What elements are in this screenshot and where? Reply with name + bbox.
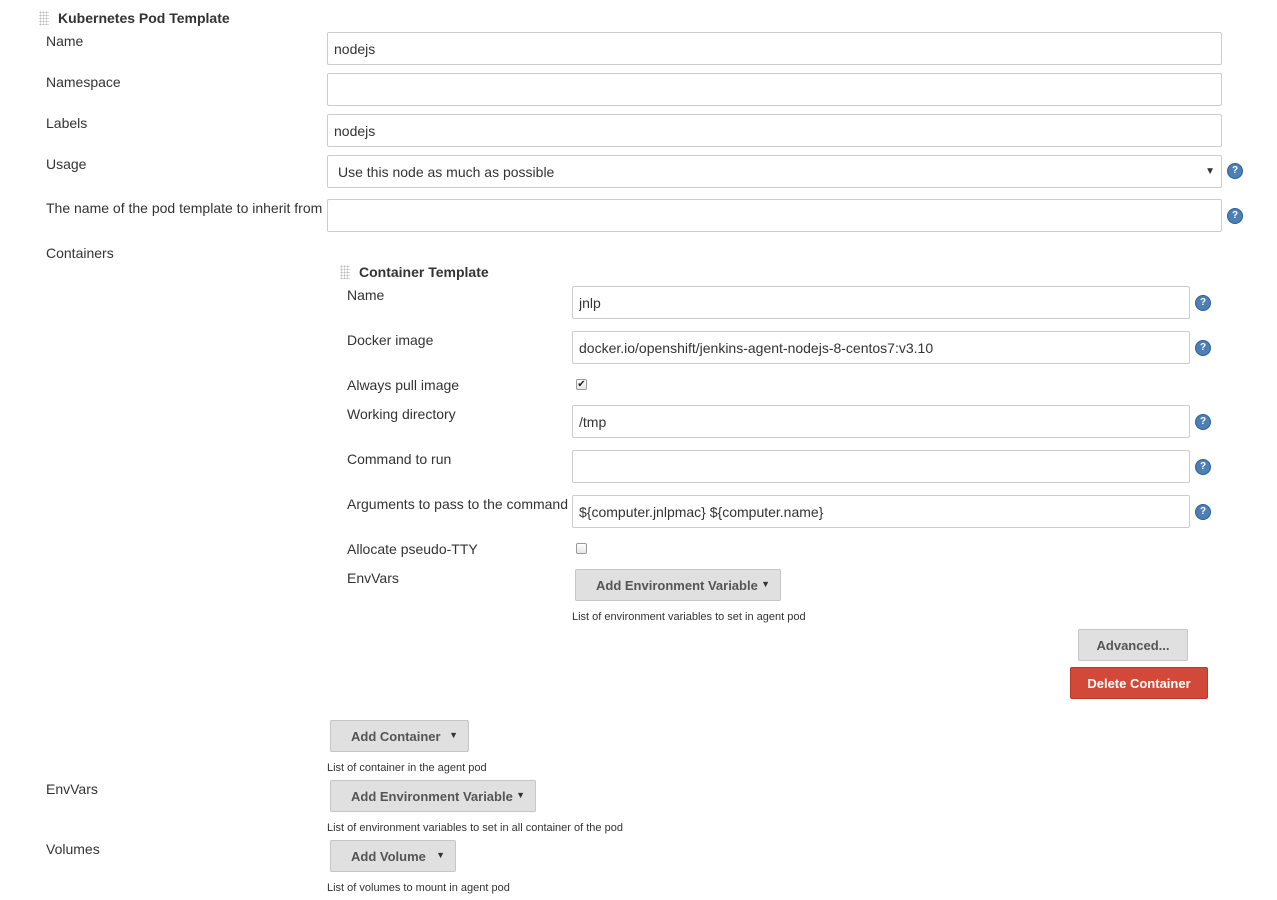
help-question-icon[interactable]: ? bbox=[1227, 208, 1243, 224]
help-question-icon[interactable]: ? bbox=[1195, 295, 1211, 311]
namespace-label: Namespace bbox=[46, 74, 121, 90]
container-add-env-var-label: Add Environment Variable bbox=[596, 577, 758, 593]
container-name-label: Name bbox=[347, 287, 385, 303]
container-template-title: Container Template bbox=[359, 264, 489, 280]
add-container-label: Add Container bbox=[351, 728, 441, 744]
drag-handle-icon[interactable] bbox=[340, 265, 350, 279]
containers-label: Containers bbox=[46, 245, 114, 261]
inherit-from-input[interactable] bbox=[327, 199, 1222, 232]
volumes-label: Volumes bbox=[46, 841, 100, 857]
pod-add-env-var-label: Add Environment Variable bbox=[351, 788, 513, 804]
caret-down-icon: ▼ bbox=[436, 850, 445, 860]
container-envvars-label: EnvVars bbox=[347, 570, 399, 586]
caret-down-icon: ▼ bbox=[516, 790, 525, 800]
caret-down-icon: ▼ bbox=[449, 730, 458, 740]
pod-name-input[interactable] bbox=[327, 32, 1222, 65]
add-container-button[interactable]: Add Container ▼ bbox=[330, 720, 469, 752]
volumes-hint: List of volumes to mount in agent pod bbox=[327, 882, 510, 894]
labels-input[interactable] bbox=[327, 114, 1222, 147]
help-question-icon[interactable]: ? bbox=[1195, 414, 1211, 430]
drag-handle-icon[interactable] bbox=[39, 11, 49, 25]
namespace-input[interactable] bbox=[327, 73, 1222, 106]
command-input[interactable] bbox=[572, 450, 1190, 483]
usage-select[interactable]: Use this node as much as possible ▼ bbox=[327, 155, 1222, 188]
command-label: Command to run bbox=[347, 451, 452, 467]
container-name-input[interactable] bbox=[572, 286, 1190, 319]
add-volume-label: Add Volume bbox=[351, 848, 426, 864]
add-volume-button[interactable]: Add Volume ▼ bbox=[330, 840, 456, 872]
help-question-icon[interactable]: ? bbox=[1195, 459, 1211, 475]
help-question-icon[interactable]: ? bbox=[1227, 163, 1243, 179]
docker-image-input[interactable] bbox=[572, 331, 1190, 364]
docker-image-label: Docker image bbox=[347, 332, 434, 348]
pod-add-env-var-button[interactable]: Add Environment Variable ▼ bbox=[330, 780, 536, 812]
pod-name-label: Name bbox=[46, 33, 84, 49]
args-label: Arguments to pass to the command bbox=[347, 496, 568, 512]
caret-down-icon: ▼ bbox=[761, 579, 770, 589]
caret-down-icon: ▼ bbox=[1205, 166, 1215, 177]
labels-label: Labels bbox=[46, 115, 88, 131]
usage-label: Usage bbox=[46, 156, 87, 172]
container-add-env-var-button[interactable]: Add Environment Variable ▼ bbox=[575, 569, 781, 601]
always-pull-label: Always pull image bbox=[347, 377, 460, 393]
delete-container-button[interactable]: Delete Container bbox=[1070, 667, 1208, 699]
help-question-icon[interactable]: ? bbox=[1195, 340, 1211, 356]
usage-selected-value: Use this node as much as possible bbox=[338, 163, 555, 180]
working-dir-label: Working directory bbox=[347, 406, 456, 422]
always-pull-checkbox[interactable]: ✔ bbox=[576, 379, 587, 390]
args-input[interactable] bbox=[572, 495, 1190, 528]
pod-envvars-hint: List of environment variables to set in … bbox=[327, 822, 623, 834]
advanced-button[interactable]: Advanced... bbox=[1078, 629, 1188, 661]
containers-hint: List of container in the agent pod bbox=[327, 762, 487, 774]
tty-label: Allocate pseudo-TTY bbox=[347, 541, 478, 557]
working-dir-input[interactable] bbox=[572, 405, 1190, 438]
inherit-from-label: The name of the pod template to inherit … bbox=[46, 200, 323, 216]
pod-template-title: Kubernetes Pod Template bbox=[58, 10, 230, 26]
container-envvars-hint: List of environment variables to set in … bbox=[572, 611, 806, 623]
pod-envvars-label: EnvVars bbox=[46, 781, 98, 797]
tty-checkbox[interactable] bbox=[576, 543, 587, 554]
help-question-icon[interactable]: ? bbox=[1195, 504, 1211, 520]
